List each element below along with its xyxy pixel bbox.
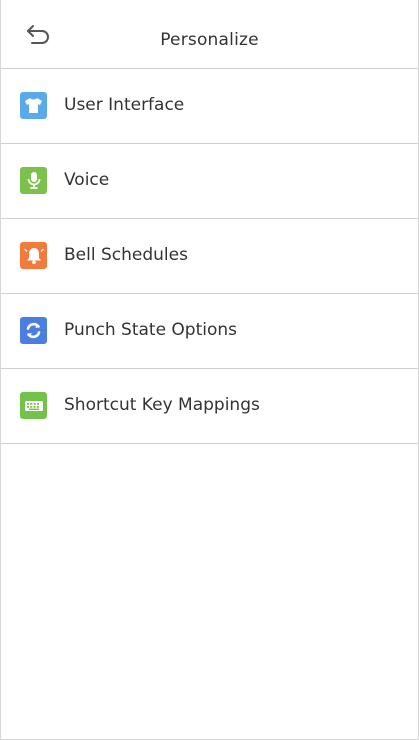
header: Personalize xyxy=(1,0,418,69)
bell-icon xyxy=(20,242,47,269)
menu-item-label: Shortcut Key Mappings xyxy=(64,395,260,415)
menu-list: User Interface Voice Bell Schedules Punc… xyxy=(1,69,418,444)
menu-item-bell-schedules[interactable]: Bell Schedules xyxy=(1,219,418,294)
menu-item-voice[interactable]: Voice xyxy=(1,144,418,219)
page-title: Personalize xyxy=(160,30,259,50)
menu-item-label: User Interface xyxy=(64,95,185,115)
keyboard-icon xyxy=(20,392,47,419)
refresh-icon xyxy=(20,317,47,344)
shirt-icon xyxy=(20,92,47,119)
menu-item-shortcut-key-mappings[interactable]: Shortcut Key Mappings xyxy=(1,369,418,444)
menu-item-user-interface[interactable]: User Interface xyxy=(1,69,418,144)
menu-item-punch-state-options[interactable]: Punch State Options xyxy=(1,294,418,369)
menu-item-label: Bell Schedules xyxy=(64,245,188,265)
menu-item-label: Punch State Options xyxy=(64,320,238,340)
personalize-screen: Personalize User Interface Voice Bell Sc… xyxy=(0,0,419,740)
menu-item-label: Voice xyxy=(64,170,110,190)
microphone-icon xyxy=(20,167,47,194)
